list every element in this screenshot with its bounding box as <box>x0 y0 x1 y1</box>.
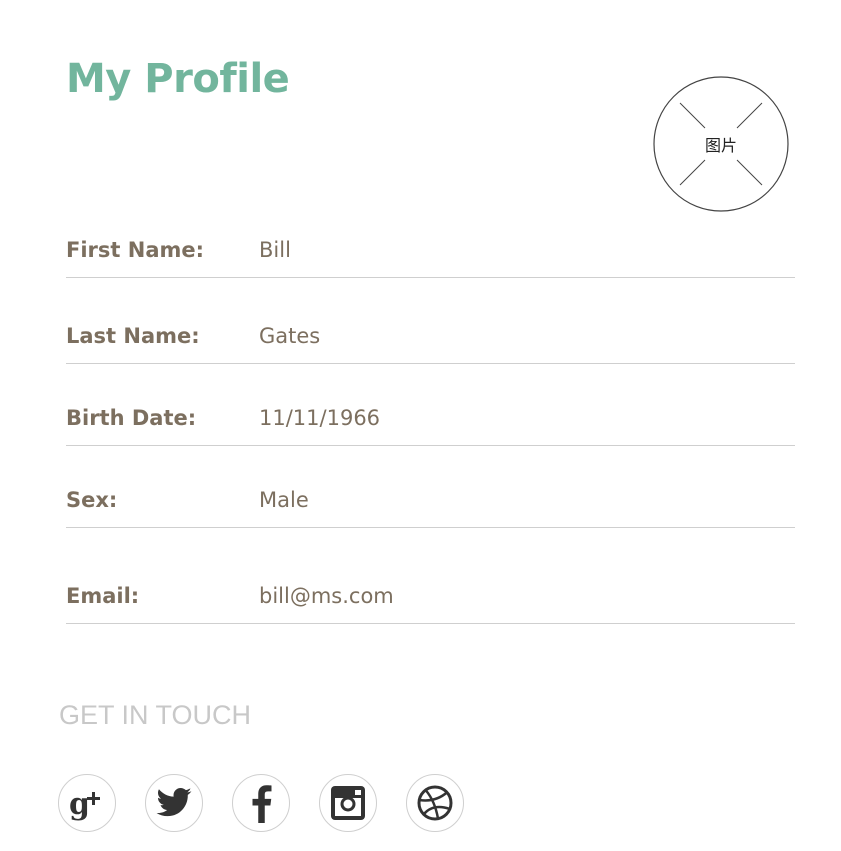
birth-date-value: 11/11/1966 <box>259 406 381 430</box>
first-name-value: Bill <box>259 238 291 262</box>
profile-row-email: Email: bill@ms.com <box>66 538 795 624</box>
get-in-touch-heading: GET IN TOUCH <box>59 700 252 730</box>
email-value[interactable]: bill@ms.com <box>259 584 394 608</box>
profile-row-sex: Sex: Male <box>66 442 795 528</box>
profile-row-birth-date: Birth Date: 11/11/1966 <box>66 360 795 446</box>
last-name-label: Last Name: <box>66 324 200 348</box>
facebook-icon <box>252 785 272 823</box>
sex-value: Male <box>259 488 309 512</box>
profile-row-first-name: First Name: Bill <box>66 192 795 278</box>
instagram-icon <box>331 786 365 820</box>
last-name-value: Gates <box>259 324 321 348</box>
avatar-placeholder-label: 图片 <box>704 136 737 155</box>
svg-text:g: g <box>69 787 90 822</box>
facebook-link[interactable] <box>232 774 290 832</box>
dribbble-link[interactable] <box>406 774 464 832</box>
sex-label: Sex: <box>66 488 118 512</box>
instagram-link[interactable] <box>319 774 377 832</box>
google-plus-link[interactable]: g <box>58 774 116 832</box>
birth-date-label: Birth Date: <box>66 406 197 430</box>
profile-row-last-name: Last Name: Gates <box>66 278 795 364</box>
first-name-label: First Name: <box>66 238 205 262</box>
email-label: Email: <box>66 584 140 608</box>
google-plus-icon: g <box>69 787 100 822</box>
dribbble-icon <box>417 785 453 821</box>
twitter-icon <box>156 787 192 817</box>
twitter-link[interactable] <box>145 774 203 832</box>
page-title: My Profile <box>66 56 290 102</box>
